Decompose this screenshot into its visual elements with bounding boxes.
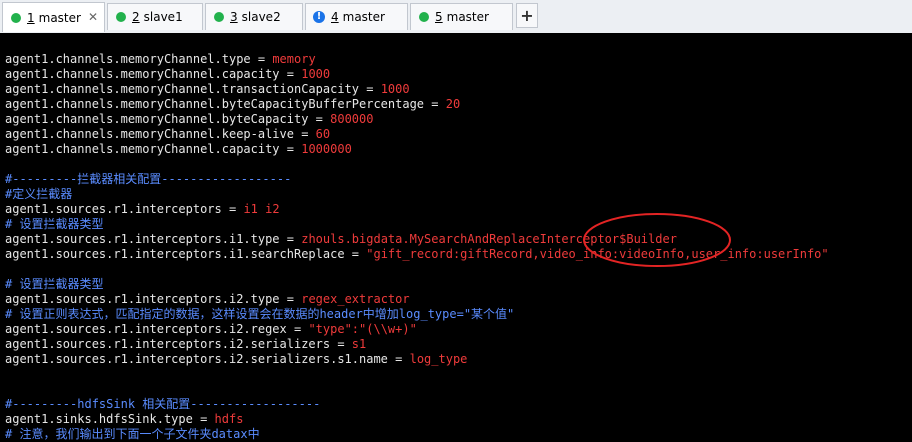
close-icon[interactable]: ✕ — [88, 10, 98, 24]
terminal-line: agent1.channels.memoryChannel.capacity =… — [5, 67, 331, 81]
tab-label: master — [38, 10, 81, 25]
tab-5-master[interactable]: 5 master — [410, 3, 513, 30]
tab-3-slave2[interactable]: 3 slave2 — [205, 3, 303, 30]
tab-number: 4 — [331, 10, 339, 24]
terminal-comment: # 设置正则表达式，匹配指定的数据，这样设置会在数据的header中增加log_… — [5, 307, 515, 321]
terminal-line: agent1.sources.r1.interceptors.i2.serial… — [5, 352, 468, 366]
tab-bar: 1 master ✕ 2 slave1 3 slave2 ! 4 master … — [0, 0, 912, 34]
terminal-line: agent1.channels.memoryChannel.byteCapaci… — [5, 112, 374, 126]
terminal-line: agent1.channels.memoryChannel.keep-alive… — [5, 127, 331, 141]
terminal-line: agent1.sources.r1.interceptors.i2.serial… — [5, 337, 367, 351]
tab-number: 3 — [230, 10, 238, 24]
connected-status-icon — [214, 12, 224, 22]
tab-label: master — [446, 10, 489, 24]
terminal-line: agent1.sources.r1.interceptors.i2.regex … — [5, 322, 417, 336]
terminal-line: agent1.channels.memoryChannel.transactio… — [5, 82, 410, 96]
terminal-line: agent1.sinks.hdfsSink.type = hdfs — [5, 412, 244, 426]
tab-label: slave2 — [241, 10, 281, 24]
terminal-line: agent1.sources.r1.interceptors.i2.type =… — [5, 292, 410, 306]
info-status-icon: ! — [313, 11, 325, 23]
terminal-output[interactable]: agent1.channels.memoryChannel.type = mem… — [0, 33, 912, 441]
terminal-comment: #---------拦截器相关配置------------------ — [5, 172, 292, 186]
new-tab-button[interactable]: + — [516, 3, 538, 28]
connected-status-icon — [116, 12, 126, 22]
tab-number: 1 — [27, 10, 35, 25]
tab-number: 2 — [132, 10, 140, 24]
terminal-line: agent1.sources.r1.interceptors.i1.search… — [5, 247, 829, 261]
terminal-line: agent1.channels.memoryChannel.capacity =… — [5, 142, 352, 156]
connected-status-icon — [11, 12, 21, 23]
tab-1-master[interactable]: 1 master ✕ — [2, 2, 105, 32]
terminal-comment: #定义拦截器 — [5, 187, 73, 201]
terminal-comment: # 注意，我们输出到下面一个子文件夹datax中 — [5, 427, 260, 441]
tab-label: master — [342, 10, 385, 24]
terminal-comment: # 设置拦截器类型 — [5, 217, 104, 231]
terminal-line: agent1.channels.memoryChannel.type = mem… — [5, 52, 316, 66]
tab-4-master[interactable]: ! 4 master — [305, 3, 408, 30]
terminal-line: agent1.channels.memoryChannel.byteCapaci… — [5, 97, 461, 111]
terminal-comment: #---------hdfsSink 相关配置-----------------… — [5, 397, 321, 411]
terminal-line: agent1.sources.r1.interceptors.i1.type =… — [5, 232, 677, 246]
tab-label: slave1 — [143, 10, 183, 24]
connected-status-icon — [419, 12, 429, 22]
terminal-line: agent1.sources.r1.interceptors = i1 i2 — [5, 202, 280, 216]
tab-number: 5 — [435, 10, 443, 24]
tab-2-slave1[interactable]: 2 slave1 — [107, 3, 203, 30]
terminal-comment: # 设置拦截器类型 — [5, 277, 104, 291]
